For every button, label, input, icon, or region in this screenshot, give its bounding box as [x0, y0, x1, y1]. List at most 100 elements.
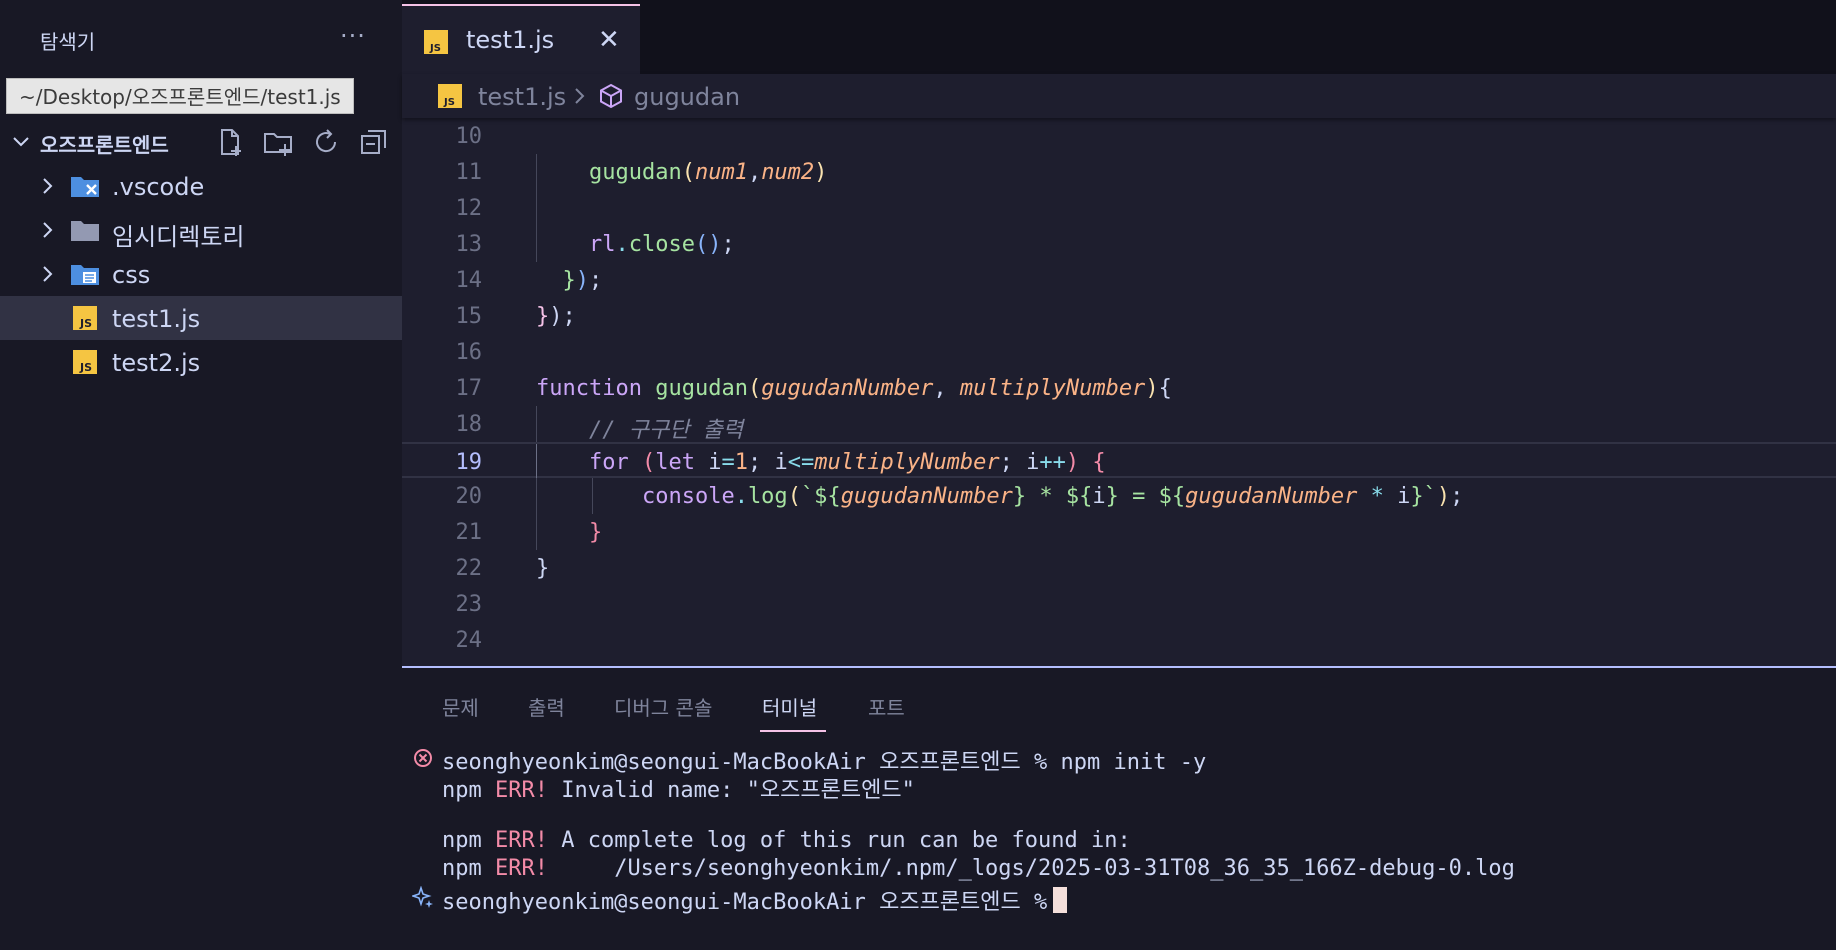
error-circle-icon — [414, 749, 432, 767]
bottom-panel: 문제 출력 디버그 콘솔 터미널 포트 seonghyeonkim@seongu… — [402, 666, 1836, 950]
path-tooltip: ~/Desktop/오즈프론트엔드/test1.js — [6, 78, 354, 114]
terminal-line: npm ERR! /Users/seonghyeonkim/.npm/_logs… — [442, 856, 1515, 881]
code-line: 10 — [402, 118, 1836, 154]
line-number: 18 — [455, 412, 483, 437]
chevron-right-icon — [575, 88, 585, 104]
terminal-line: seonghyeonkim@seongui-MacBookAir 오즈프론트엔드… — [442, 750, 1207, 775]
code-text: console.log(`${gugudanNumber} * ${i} = $… — [641, 484, 1464, 509]
code-line: 24 — [402, 622, 1836, 658]
js-file-icon: JS — [438, 84, 462, 108]
code-editor[interactable]: 10 11 gugudan(num1,num2) 12 13 rl.close(… — [402, 118, 1836, 666]
code-line: 15 }); — [402, 298, 1836, 334]
vscode-folder-icon — [71, 177, 99, 197]
new-folder-icon[interactable] — [262, 126, 294, 158]
workspace-folder-header[interactable]: 오즈프론트엔드 — [0, 122, 402, 160]
chevron-right-icon — [43, 178, 53, 194]
line-number: 24 — [455, 628, 483, 653]
code-text: for (let i=1; i<=multiplyNumber; i++) { — [588, 450, 1106, 475]
active-tab-indicator — [760, 730, 826, 732]
svg-text:JS: JS — [429, 43, 441, 54]
code-text: } — [588, 520, 603, 545]
ellipsis-icon[interactable]: ··· — [340, 22, 366, 50]
chevron-right-icon — [43, 266, 53, 282]
code-line: 14 }); — [402, 262, 1836, 298]
breadcrumb-file[interactable]: test1.js — [478, 83, 566, 111]
code-line: 20 console.log(`${gugudanNumber} * ${i} … — [402, 478, 1836, 514]
panel-tabs: 문제 출력 디버그 콘솔 터미널 포트 — [402, 668, 1836, 734]
line-number: 23 — [455, 592, 483, 617]
folder-icon — [71, 221, 99, 241]
tab-test1-js[interactable]: JS test1.js ✕ — [402, 4, 640, 74]
code-line: 12 — [402, 190, 1836, 226]
line-number: 20 — [455, 484, 483, 509]
terminal-cursor — [1053, 887, 1068, 913]
code-line: 17 function gugudan(gugudanNumber, multi… — [402, 370, 1836, 406]
tree-item-test2-js[interactable]: JS test2.js — [0, 340, 402, 384]
close-icon[interactable]: ✕ — [598, 26, 620, 54]
refresh-icon[interactable] — [310, 126, 342, 158]
line-number: 22 — [455, 556, 483, 581]
code-text: gugudan(num1,num2) — [588, 160, 828, 185]
tab-label: test1.js — [466, 26, 555, 54]
explorer-header: 탐색기 ··· — [0, 0, 402, 76]
code-text: } — [536, 556, 550, 581]
breadcrumb: JS test1.js gugudan — [402, 74, 1836, 118]
line-number: 17 — [455, 376, 483, 401]
line-number: 14 — [455, 268, 483, 293]
code-line: 22 } — [402, 550, 1836, 586]
tree-item-label: css — [112, 261, 151, 289]
css-folder-icon — [71, 265, 99, 285]
svg-text:JS: JS — [443, 97, 455, 108]
new-file-icon[interactable] — [214, 126, 246, 158]
line-number: 16 — [455, 340, 483, 365]
line-number: 10 — [455, 124, 483, 149]
terminal-line: npm ERR! Invalid name: "오즈프론트엔드" — [442, 778, 915, 803]
code-line: 18 // 구구단 출력 — [402, 406, 1836, 443]
code-line: 11 gugudan(num1,num2) — [402, 154, 1836, 190]
tree-item-label: test1.js — [112, 305, 201, 333]
collapse-all-icon[interactable] — [358, 126, 390, 158]
js-file-icon: JS — [73, 350, 97, 374]
terminal-line: npm ERR! A complete log of this run can … — [442, 828, 1131, 853]
svg-text:JS: JS — [79, 361, 92, 374]
js-file-icon: JS — [73, 306, 97, 330]
code-text: rl.close(); — [588, 232, 735, 257]
tab-output[interactable]: 출력 — [528, 692, 565, 721]
tab-terminal[interactable]: 터미널 — [762, 692, 817, 721]
tree-item-label: test2.js — [112, 349, 201, 377]
folder-actions — [214, 126, 390, 158]
breadcrumb-symbol[interactable]: gugudan — [634, 83, 740, 111]
tab-ports[interactable]: 포트 — [868, 692, 905, 721]
line-number: 13 — [455, 232, 483, 257]
tree-item-test1-js[interactable]: JS test1.js — [0, 296, 402, 340]
line-number: 21 — [455, 520, 483, 545]
sparkle-icon[interactable] — [412, 886, 434, 908]
line-number: 11 — [455, 160, 483, 185]
line-number: 12 — [455, 196, 483, 221]
code-text: function gugudan(gugudanNumber, multiply… — [536, 376, 1172, 401]
editor-tab-bar: JS test1.js ✕ — [402, 0, 1836, 74]
code-line: 16 — [402, 334, 1836, 370]
terminal-prompt-line: seonghyeonkim@seongui-MacBookAir 오즈프론트엔드… — [442, 884, 1068, 915]
explorer-sidebar: 탐색기 ··· 오즈프론트엔드 .vscode 임시디렉토리 css JS te… — [0, 0, 402, 950]
chevron-down-icon — [13, 137, 29, 147]
svg-text:JS: JS — [79, 317, 92, 330]
line-number: 15 — [455, 304, 483, 329]
explorer-title: 탐색기 — [40, 30, 96, 54]
tab-problems[interactable]: 문제 — [442, 692, 479, 721]
code-text: }); — [536, 304, 576, 329]
workspace-folder-name: 오즈프론트엔드 — [40, 133, 169, 157]
code-line-current: 19 for (let i=1; i<=multiplyNumber; i++)… — [402, 442, 1836, 480]
line-number: 19 — [455, 450, 483, 475]
chevron-right-icon — [43, 222, 53, 238]
js-file-icon: JS — [424, 30, 448, 54]
tree-item-label: .vscode — [112, 173, 205, 201]
tree-item-vscode[interactable]: .vscode — [0, 164, 402, 208]
tab-debug-console[interactable]: 디버그 콘솔 — [614, 692, 712, 721]
tree-item-label: 임시디렉토리 — [112, 223, 245, 251]
code-line: 13 rl.close(); — [402, 226, 1836, 262]
code-line: 21 } — [402, 514, 1836, 550]
tree-item-css[interactable]: css — [0, 252, 402, 296]
code-comment: // 구구단 출력 — [588, 418, 744, 443]
tree-item-temp-dir[interactable]: 임시디렉토리 — [0, 208, 402, 252]
